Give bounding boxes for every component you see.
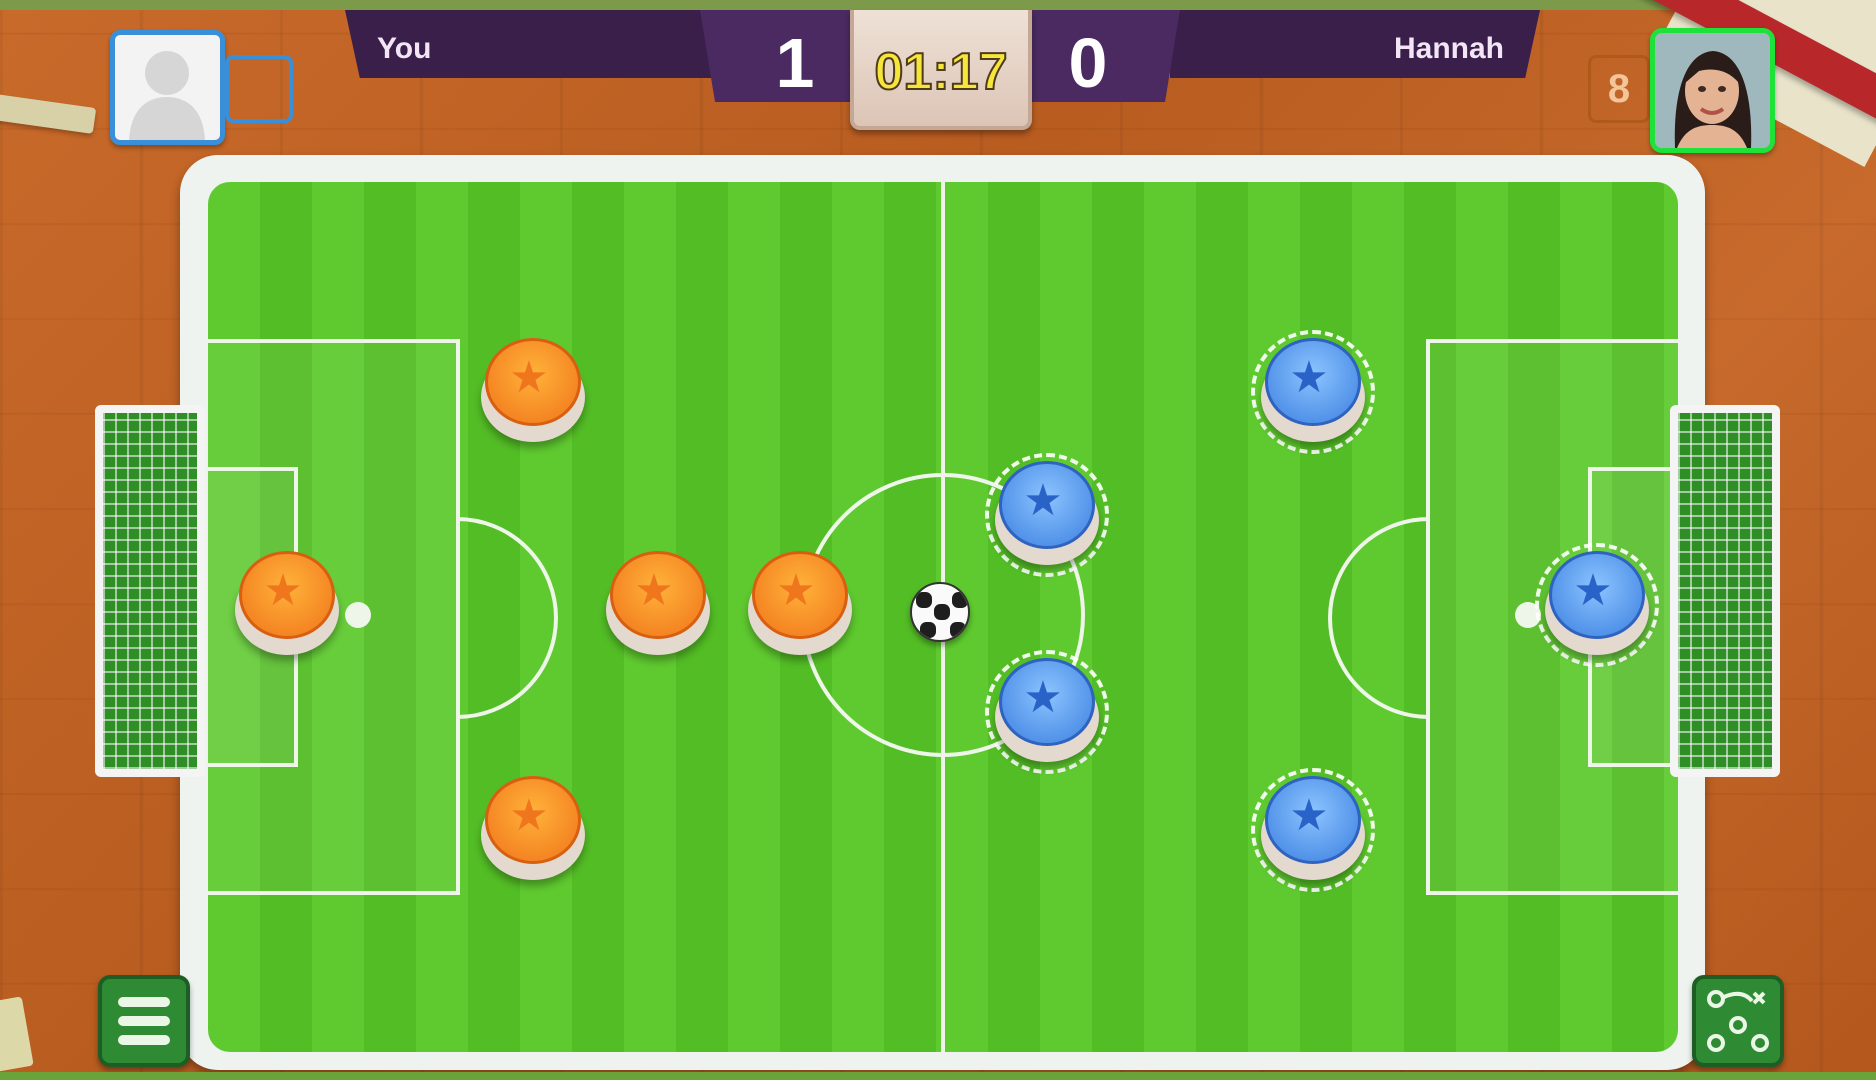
left-goal (95, 405, 205, 777)
star-icon: ★ (1289, 790, 1329, 841)
tactics-button[interactable] (1692, 975, 1784, 1067)
left-player-bar: You (345, 10, 715, 78)
star-icon: ★ (634, 565, 674, 616)
opponent-level-badge: 8 (1588, 55, 1650, 123)
default-avatar-icon (129, 51, 205, 140)
orange-midfielder-piece[interactable]: ★ (606, 551, 710, 655)
star-icon: ★ (1023, 475, 1063, 526)
orange-forward-piece[interactable]: ★ (748, 551, 852, 655)
right-player-name: Hannah (1393, 32, 1504, 65)
player-photo (1655, 33, 1770, 148)
soccer-ball (910, 582, 970, 642)
left-player-name: You (377, 32, 432, 65)
blue-forward-top-piece[interactable]: ★ (985, 453, 1109, 577)
table-stick (0, 92, 97, 134)
left-score-box: 1 (700, 10, 850, 102)
table-block (0, 996, 34, 1074)
hamburger-menu-icon (118, 997, 170, 1007)
left-goal-net (95, 405, 205, 777)
timer-text: 01:17 (874, 42, 1009, 102)
right-goal-net (1670, 405, 1780, 777)
blue-defender-bottom-piece[interactable]: ★ (1251, 768, 1375, 892)
top-border (0, 0, 1876, 10)
left-player-emote-slot[interactable] (225, 55, 293, 123)
hamburger-menu-icon (118, 1035, 170, 1045)
orange-defender-top-piece[interactable]: ★ (481, 338, 585, 442)
star-icon: ★ (1573, 565, 1613, 616)
ball-patch (950, 622, 966, 638)
tactics-board-icon (1707, 990, 1769, 1052)
right-player-bar: Hannah (1170, 10, 1540, 78)
ball-patch (916, 592, 932, 608)
ball-patch (952, 592, 968, 608)
orange-defender-bottom-piece[interactable]: ★ (481, 776, 585, 880)
orange-goalkeeper-piece[interactable]: ★ (235, 551, 339, 655)
star-icon: ★ (509, 790, 549, 841)
left-penalty-spot (345, 602, 371, 628)
right-player-avatar[interactable] (1650, 28, 1775, 153)
right-score-box: 0 (1030, 10, 1180, 102)
right-score: 0 (1068, 24, 1108, 102)
blue-forward-bottom-piece[interactable]: ★ (985, 650, 1109, 774)
blue-defender-top-piece[interactable]: ★ (1251, 330, 1375, 454)
left-player-avatar[interactable] (110, 30, 225, 145)
left-score: 1 (775, 24, 815, 102)
bottom-border (0, 1072, 1876, 1080)
star-icon: ★ (1023, 672, 1063, 723)
right-goal (1670, 405, 1780, 777)
ball-patch (920, 622, 936, 638)
ball-patch (934, 604, 950, 620)
blue-goalkeeper-piece[interactable]: ★ (1535, 543, 1659, 667)
menu-button[interactable] (98, 975, 190, 1067)
match-timer: 01:17 (850, 10, 1032, 130)
hamburger-menu-icon (118, 1016, 170, 1026)
star-icon: ★ (509, 352, 549, 403)
star-icon: ★ (263, 565, 303, 616)
star-icon: ★ (1289, 352, 1329, 403)
star-icon: ★ (776, 565, 816, 616)
